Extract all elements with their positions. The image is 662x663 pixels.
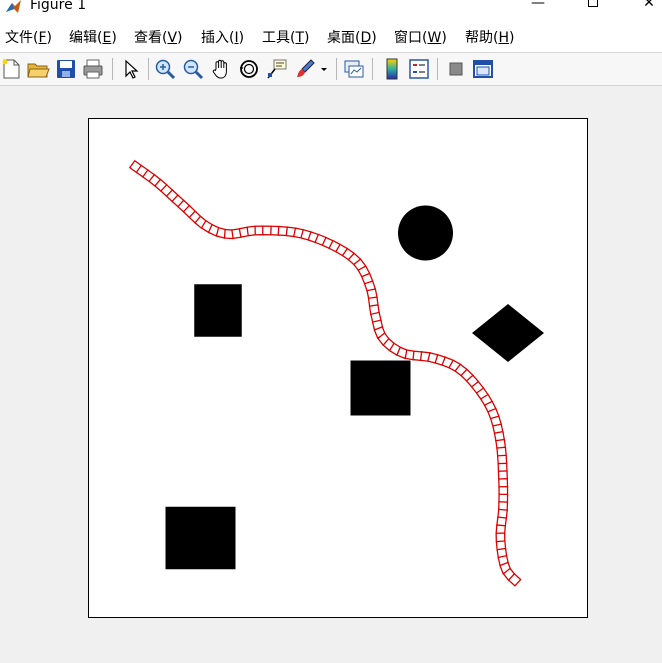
save-icon[interactable] (54, 57, 78, 81)
menu-bar: 文件(F) 编辑(E) 查看(V) 插入(I) 工具(T) 桌面(D) 窗口(W… (0, 22, 662, 53)
obstacle-square (194, 284, 242, 337)
toolbar-separator (336, 58, 337, 80)
toolbar-separator (372, 58, 373, 80)
toolbar-separator (148, 58, 149, 80)
path-marker (262, 225, 272, 236)
plot-axes[interactable] (88, 118, 588, 618)
data-cursor-icon[interactable] (265, 57, 289, 81)
menu-view[interactable]: 查看(V) (134, 29, 183, 47)
menu-file[interactable]: 文件(F) (5, 29, 52, 47)
menu-tools-label: 工具( (262, 30, 296, 46)
rotate-3d-icon[interactable] (237, 57, 261, 81)
link-plot-icon[interactable] (342, 57, 366, 81)
menu-desktop-end: ) (371, 30, 377, 46)
menu-edit-end: ) (111, 30, 117, 46)
zoom-in-icon[interactable] (153, 57, 177, 81)
menu-tools-key: T (295, 30, 305, 46)
menu-tools[interactable]: 工具(T) (262, 29, 310, 47)
menu-window[interactable]: 窗口(W) (394, 29, 447, 47)
matlab-icon (6, 0, 21, 13)
close-button[interactable]: ✕ (629, 0, 662, 12)
menu-insert-label: 插入( (201, 30, 235, 46)
menu-help[interactable]: 帮助(H) (465, 29, 514, 47)
menu-file-label: 文件( (5, 30, 39, 46)
menu-help-end: ) (509, 30, 515, 46)
maximize-button[interactable] (573, 0, 613, 12)
menu-insert[interactable]: 插入(I) (201, 29, 244, 47)
menu-window-label: 窗口( (394, 30, 428, 46)
menu-view-key: V (167, 30, 178, 46)
menu-desktop[interactable]: 桌面(D) (327, 29, 377, 47)
pan-hand-icon[interactable] (209, 57, 233, 81)
window-title: Figure 1 (30, 0, 87, 13)
select-arrow-icon[interactable] (118, 57, 142, 81)
menu-view-label: 查看( (134, 30, 168, 46)
menu-desktop-label: 桌面( (327, 30, 361, 46)
menu-window-key: W (427, 30, 442, 46)
open-file-icon[interactable] (26, 57, 50, 81)
brush-dropdown-icon[interactable] (318, 57, 330, 81)
hide-plot-tools-icon[interactable] (444, 57, 468, 81)
menu-file-end: ) (46, 30, 52, 46)
menu-insert-end: ) (238, 30, 245, 46)
show-plot-tools-icon[interactable] (471, 57, 495, 81)
toolbar-separator (437, 58, 438, 80)
minimize-button[interactable]: — (518, 0, 558, 12)
menu-file-key: F (38, 30, 47, 46)
menu-edit-key: E (102, 30, 112, 46)
menu-tools-end: ) (304, 30, 310, 46)
menu-window-end: ) (441, 30, 447, 46)
figure-window: Figure 1 — ✕ 文件(F) 编辑(E) 查看(V) 插入(I) 工具(… (0, 0, 662, 663)
obstacle-circle (398, 205, 453, 261)
print-icon[interactable] (81, 57, 105, 81)
insert-colorbar-icon[interactable] (380, 57, 404, 81)
menu-desktop-key: D (360, 30, 372, 46)
menu-help-key: H (498, 30, 509, 46)
toolbar-separator (112, 58, 113, 80)
title-bar: Figure 1 — ✕ (0, 0, 662, 22)
menu-edit[interactable]: 编辑(E) (69, 29, 117, 47)
figure-toolbar (0, 53, 662, 86)
zoom-out-icon[interactable] (181, 57, 205, 81)
maximize-icon (588, 0, 598, 7)
brush-icon[interactable] (293, 57, 317, 81)
menu-edit-label: 编辑( (69, 30, 103, 46)
obstacle-square (350, 360, 411, 416)
insert-legend-icon[interactable] (407, 57, 431, 81)
menu-view-end: ) (177, 30, 183, 46)
new-figure-icon[interactable] (0, 57, 24, 81)
menu-help-label: 帮助( (465, 30, 499, 46)
obstacle-square (165, 506, 236, 570)
